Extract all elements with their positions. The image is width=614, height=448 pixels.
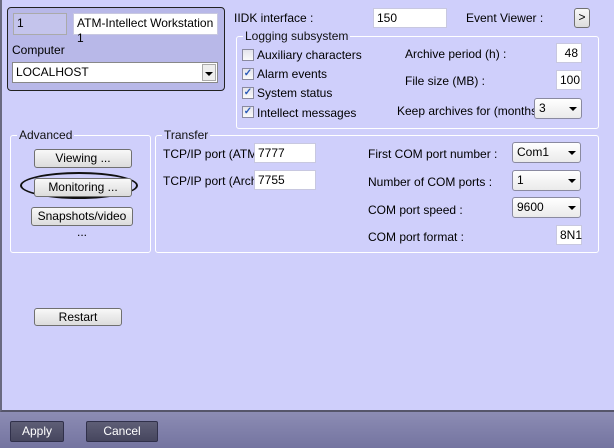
com-format-label: COM port format :	[368, 230, 465, 244]
checkbox-alarm-label: Alarm events	[257, 67, 328, 81]
object-id-field[interactable]: 1	[13, 13, 67, 35]
object-name-field[interactable]: ATM-Intellect Workstation 1	[73, 13, 218, 45]
com-speed-value: 9600	[517, 200, 544, 214]
chevron-down-icon[interactable]	[202, 64, 216, 81]
checkbox-auxiliary[interactable]	[242, 49, 254, 61]
computer-label: Computer	[12, 43, 65, 57]
file-size-field[interactable]: 100	[556, 70, 582, 90]
viewing-button[interactable]: Viewing ...	[34, 149, 132, 168]
iidk-field[interactable]: 150	[373, 8, 447, 28]
com-speed-select[interactable]: 9600	[512, 197, 581, 218]
monitoring-button[interactable]: Monitoring ...	[34, 178, 132, 197]
event-viewer-label: Event Viewer :	[466, 11, 544, 25]
checkbox-system[interactable]: ✓	[242, 87, 254, 99]
keep-archives-value: 3	[539, 101, 546, 115]
keep-archives-label: Keep archives for (months) :	[397, 104, 548, 118]
iidk-label: IIDK interface :	[234, 11, 314, 25]
transfer-title: Transfer	[162, 128, 211, 142]
apply-button[interactable]: Apply	[10, 421, 64, 442]
num-com-select[interactable]: 1	[512, 170, 581, 191]
computer-value: LOCALHOST	[16, 65, 89, 79]
checkbox-intellect-label: Intellect messages	[257, 106, 357, 120]
advanced-title: Advanced	[17, 128, 75, 142]
tcp-atm-label: TCP/IP port (ATM) :	[163, 147, 268, 161]
first-com-value: Com1	[517, 145, 550, 159]
num-com-value: 1	[517, 173, 524, 187]
keep-archives-select[interactable]: 3	[534, 98, 582, 119]
checkbox-auxiliary-label: Auxiliary characters	[257, 48, 362, 62]
restart-button[interactable]: Restart	[34, 308, 122, 326]
snapshots-video-button[interactable]: Snapshots/video ...	[31, 207, 133, 239]
computer-select[interactable]: LOCALHOST	[12, 62, 218, 83]
event-viewer-button[interactable]: >	[574, 8, 590, 28]
archive-period-field[interactable]: 48	[556, 43, 582, 63]
tcp-archive-field[interactable]: 7755	[254, 170, 316, 190]
first-com-label: First COM port number :	[368, 147, 498, 161]
chevron-down-icon	[568, 206, 576, 210]
checkbox-intellect[interactable]: ✓	[242, 106, 254, 118]
chevron-down-icon	[568, 151, 576, 155]
checkbox-alarm[interactable]: ✓	[242, 68, 254, 80]
com-format-field[interactable]: 8N1	[556, 225, 582, 245]
checkbox-system-label: System status	[257, 86, 333, 100]
num-com-label: Number of COM ports :	[368, 175, 493, 189]
cancel-button[interactable]: Cancel	[86, 421, 158, 442]
first-com-select[interactable]: Com1	[512, 142, 581, 163]
chevron-down-icon	[569, 107, 577, 111]
chevron-down-icon	[568, 179, 576, 183]
logging-title: Logging subsystem	[243, 29, 351, 43]
archive-period-label: Archive period (h) :	[405, 47, 507, 61]
tcp-atm-field[interactable]: 7777	[254, 143, 316, 163]
com-speed-label: COM port speed :	[368, 203, 463, 217]
file-size-label: File size (MB) :	[405, 74, 486, 88]
